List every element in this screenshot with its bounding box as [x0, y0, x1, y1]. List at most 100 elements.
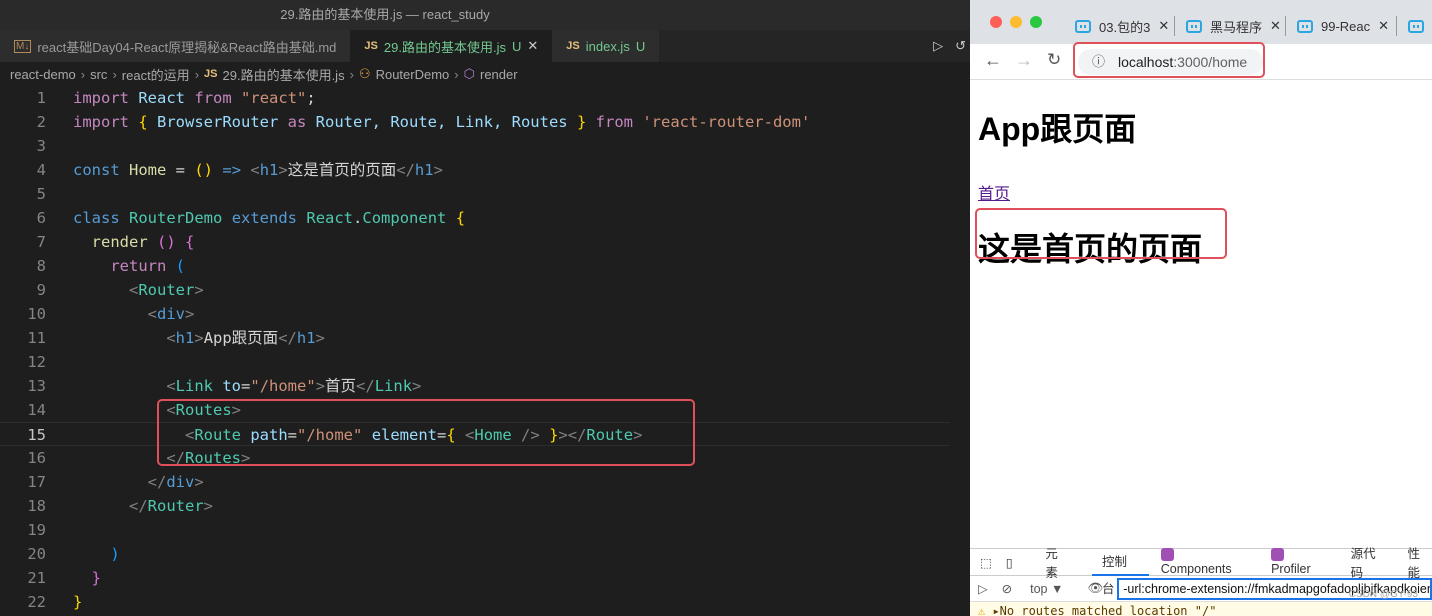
code-line[interactable]: 13 <Link to="/home">首页</Link> [0, 374, 950, 398]
crumb[interactable]: 29.路由的基本使用.js [223, 65, 345, 84]
tab-title: 99-Reac [1321, 18, 1371, 34]
crumb[interactable]: RouterDemo [376, 67, 450, 82]
code-token: Component [362, 209, 447, 227]
line-number: 2 [36, 113, 46, 131]
code-token: > [412, 377, 422, 395]
back-icon[interactable]: ← [984, 50, 1002, 71]
history-icon[interactable]: ↺ [955, 38, 966, 54]
tab-md-file[interactable]: M↓ react基础Day04-React原理揭秘&React路由基础.md [0, 30, 351, 62]
line-number: 19 [27, 521, 46, 539]
browser-tab[interactable]: 99-Reac ✕ [1297, 14, 1389, 38]
js-icon: JS [364, 40, 378, 52]
code-line[interactable]: 10 <div> [0, 302, 950, 326]
clear-console-icon[interactable]: ⊘ [1002, 581, 1012, 596]
tab-console[interactable]: 控制台 [1091, 549, 1149, 596]
browser-tab[interactable]: 03.包的3 ✕ [1075, 14, 1169, 38]
close-icon[interactable]: ✕ [1378, 18, 1389, 34]
code-token: 这是首页的页面 [287, 161, 397, 179]
line-text: </Router> [46, 494, 213, 518]
line-number: 15 [27, 426, 46, 444]
close-icon[interactable]: ✕ [1270, 18, 1281, 34]
tab-label: 29.路由的基本使用.js [383, 39, 506, 55]
code-line[interactable]: 12 [0, 350, 950, 374]
js-icon: JS [204, 68, 218, 80]
code-line[interactable]: 8 return ( [0, 254, 950, 278]
tab-router-file[interactable]: JS 29.路由的基本使用.js U ✕ [350, 30, 553, 62]
tab-title: 黑马程序 [1210, 19, 1263, 35]
code-token: () [157, 233, 176, 251]
line-number: 9 [36, 281, 46, 299]
browser-tab[interactable]: 黑马程序 ✕ [1186, 14, 1281, 38]
reload-icon[interactable]: ↻ [1047, 50, 1061, 70]
tab-index-file[interactable]: JS index.js U [552, 30, 660, 62]
code-line[interactable]: 4 const Home = () => <h1>这是首页的页面</h1> [0, 158, 950, 182]
forward-icon[interactable]: → [1015, 50, 1033, 71]
code-line[interactable]: 3 [0, 134, 950, 158]
context-select[interactable]: top ▼ [1030, 582, 1063, 596]
sidebar-toggle-icon[interactable]: ▷ [978, 581, 988, 596]
code-line[interactable]: 1 import React from "react"; [0, 86, 950, 110]
device-icon[interactable]: ▯ [1006, 555, 1026, 570]
line-number: 18 [27, 497, 46, 515]
code-line[interactable]: 22} [0, 590, 950, 614]
line-number: 7 [36, 233, 46, 251]
crumb[interactable]: render [480, 67, 518, 82]
line-number: 20 [27, 545, 46, 563]
code-token: return [110, 257, 167, 275]
code-token: as [287, 113, 307, 131]
line-number: 17 [27, 473, 46, 491]
line-number: 22 [27, 593, 46, 611]
code-line[interactable]: 21 } [0, 566, 950, 590]
code-area[interactable]: 1 import React from "react"; 2 import { Bro… [0, 86, 950, 614]
home-link[interactable]: 首页 [978, 180, 1424, 204]
code-line[interactable]: 20 ) [0, 542, 950, 566]
line-text [46, 350, 73, 374]
line-text: <Link to="/home">首页</Link> [46, 374, 421, 398]
code-line[interactable]: 9 <Router> [0, 278, 950, 302]
close-icon[interactable]: ✕ [1158, 18, 1169, 34]
run-icon[interactable]: ▷ [933, 38, 943, 54]
code-token: Router [147, 497, 204, 515]
maximize-button[interactable] [1030, 16, 1042, 28]
inspect-icon[interactable]: ⬚ [980, 555, 994, 570]
code-line[interactable]: 5 [0, 182, 950, 206]
console-warning: ⚠ ▸No routes matched location "/" [970, 602, 1432, 616]
code-line[interactable]: 18 </Router> [0, 494, 950, 518]
line-text: import { BrowserRouter as Router, Route,… [46, 110, 810, 134]
close-window-button[interactable] [990, 16, 1002, 28]
line-text [46, 182, 73, 206]
line-number: 5 [36, 185, 46, 203]
line-text [46, 134, 73, 158]
tab-profiler[interactable]: Profiler [1271, 548, 1327, 576]
code-line[interactable]: 7 render () { [0, 230, 950, 254]
code-line[interactable]: 17 </div> [0, 470, 950, 494]
code-token: < [250, 161, 260, 179]
code-token: class [73, 209, 120, 227]
code-token: . [353, 209, 363, 227]
crumb[interactable]: react-demo [10, 67, 76, 82]
crumb[interactable]: src [90, 67, 107, 82]
code-line[interactable]: 19 [0, 518, 950, 542]
minimize-button[interactable] [1010, 16, 1022, 28]
crumb[interactable]: react的运用 [122, 65, 190, 84]
line-text: const Home = () => <h1>这是首页的页面</h1> [46, 158, 443, 182]
line-number: 10 [27, 305, 46, 323]
code-line[interactable]: 11 <h1>App跟页面</h1> [0, 326, 950, 350]
code-line[interactable]: 2 import { BrowserRouter as Router, Route… [0, 110, 950, 134]
code-token: ( [175, 257, 186, 275]
code-line[interactable]: 6 class RouterDemo extends React.Componen… [0, 206, 950, 230]
code-token: </ [356, 377, 375, 395]
eye-icon[interactable]: 👁 [1087, 581, 1103, 596]
tab-components[interactable]: Components [1160, 548, 1247, 576]
browser-tab[interactable] [1408, 14, 1424, 38]
close-icon[interactable]: ✕ [527, 38, 538, 54]
